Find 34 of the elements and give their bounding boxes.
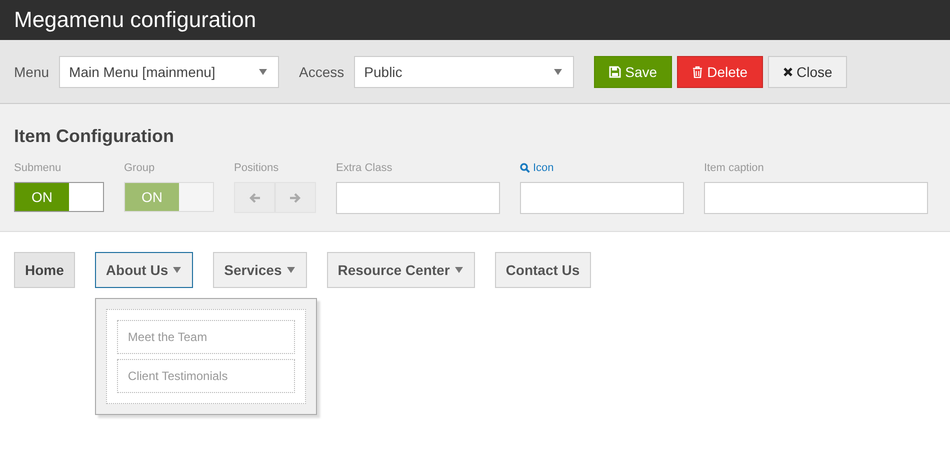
field-label: Group: [124, 161, 156, 175]
save-button[interactable]: Save: [594, 56, 672, 88]
icon-picker-link[interactable]: Icon: [520, 161, 684, 175]
search-icon: [520, 163, 530, 173]
close-icon: [782, 66, 793, 76]
caret-icon: [286, 266, 296, 274]
menu-item[interactable]: Services: [213, 252, 307, 288]
delete-button[interactable]: Delete: [677, 56, 763, 88]
menu-item[interactable]: Contact Us: [494, 252, 591, 288]
close-button[interactable]: Close: [768, 56, 848, 88]
caret-icon: [454, 266, 464, 274]
menu-select[interactable]: Main Menu [mainmenu]: [59, 56, 280, 88]
menu-item[interactable]: Resource Center: [326, 252, 475, 288]
input-field[interactable]: [336, 182, 500, 214]
field-label: Submenu: [14, 161, 62, 175]
arrow-left-icon: [248, 192, 261, 204]
menu-label: Menu: [14, 64, 50, 80]
trash-icon: [692, 66, 704, 78]
section-heading: Item Configuration: [14, 126, 175, 147]
input-field[interactable]: [520, 182, 684, 214]
menu-item[interactable]: About Us: [94, 252, 194, 288]
access-label: Access: [299, 64, 344, 80]
dropdown-caret-icon: [553, 68, 564, 76]
toggle-switch[interactable]: ON: [14, 182, 104, 212]
window-title: Megamenu configuration: [0, 0, 950, 40]
field-label: Extra Class: [336, 161, 394, 175]
input-field[interactable]: [704, 182, 928, 214]
caret-icon: [172, 266, 182, 274]
menu-item[interactable]: Home: [14, 252, 75, 288]
field-label: Positions: [234, 161, 280, 175]
dropdown-caret-icon: [258, 68, 268, 76]
field-label: Item caption: [704, 161, 765, 175]
access-select[interactable]: Public: [354, 56, 574, 88]
arrow-right-icon: [289, 192, 302, 204]
